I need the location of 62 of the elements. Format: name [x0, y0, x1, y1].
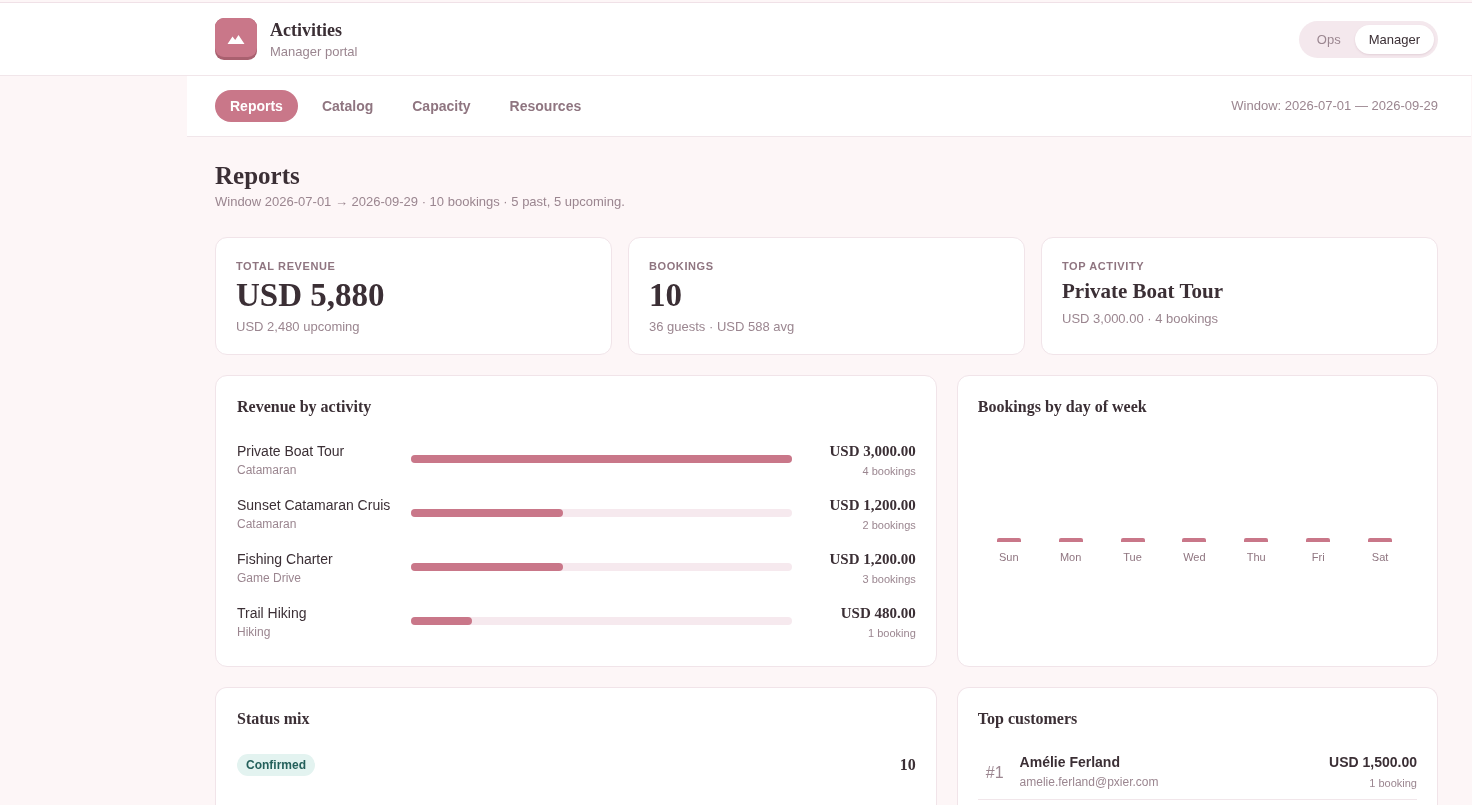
booking-count: 2 bookings — [862, 518, 916, 532]
activity-name: Fishing Charter — [237, 550, 333, 568]
top-activity-name: Private Boat Tour — [1062, 278, 1223, 305]
stat-label: BOOKINGS — [649, 259, 714, 273]
activity-category: Catamaran — [237, 516, 297, 532]
activity-category: Catamaran — [237, 462, 297, 478]
stat-note: USD 3,000.00 · 4 bookings — [1062, 311, 1219, 327]
customer-rank: #1 — [985, 762, 1004, 783]
nav-tab[interactable]: Catalog — [306, 90, 389, 122]
bar-stub-icon — [1120, 538, 1145, 542]
customer-booking-count: 1 booking — [1369, 775, 1417, 790]
card-title: Revenue by activity — [237, 397, 372, 417]
status-count: 10 — [899, 755, 916, 775]
bar-stub-icon — [1306, 538, 1331, 542]
day-label: Mon — [1059, 550, 1082, 564]
day-label: Tue — [1123, 550, 1142, 564]
activity-name: Trail Hiking — [237, 604, 307, 622]
revenue-amount: USD 3,000.00 — [829, 442, 916, 460]
activity-name: Sunset Catamaran Cruis — [237, 496, 391, 514]
day-label: Thu — [1246, 550, 1266, 564]
bar-stub-icon — [1058, 538, 1083, 542]
status-badge: Confirmed — [237, 754, 315, 776]
bar-stub-icon — [1368, 538, 1393, 542]
stat-label: TOP ACTIVITY — [1062, 259, 1145, 273]
stat-label: TOTAL REVENUE — [236, 259, 336, 273]
activity-name: Private Boat Tour — [237, 442, 345, 460]
page-subtitle: Window 2026-07-01 → 2026-09-29 · 10 bookings · 5 past, 5 upcoming. — [215, 194, 625, 210]
booking-count: 4 bookings — [862, 464, 916, 478]
bar-stub-icon — [1182, 538, 1207, 542]
stat-note: 36 guests · USD 588 avg — [649, 319, 795, 335]
mountain-logo-icon — [215, 18, 257, 60]
day-label: Fri — [1311, 550, 1325, 564]
bar-stub-icon — [996, 538, 1021, 542]
date-window-label: Window: 2026-07-01 — 2026-09-29 — [1231, 98, 1438, 114]
nav-tab[interactable]: Reports — [215, 90, 298, 122]
nav-tab[interactable]: Capacity — [397, 90, 486, 122]
revenue-amount: USD 1,200.00 — [829, 550, 916, 568]
card-title: Top customers — [977, 709, 1078, 729]
revenue-amount: USD 1,200.00 — [829, 496, 916, 514]
stat-value: 10 — [649, 277, 682, 313]
customer-revenue: USD 1,500.00 — [1329, 753, 1417, 771]
activity-category: Game Drive — [237, 570, 301, 586]
customer-email: amelie.ferland@pxier.com — [1019, 774, 1159, 790]
stat-note: USD 2,480 upcoming — [236, 319, 360, 335]
booking-count: 3 bookings — [862, 572, 916, 586]
app-subtitle: Manager portal — [270, 43, 358, 60]
role-option[interactable]: Ops — [1302, 24, 1355, 54]
revenue-amount: USD 480.00 — [840, 604, 916, 622]
role-option[interactable]: Manager — [1354, 24, 1434, 54]
app-title: Activities — [270, 18, 342, 41]
day-label: Sat — [1371, 550, 1389, 564]
nav-tab[interactable]: Resources — [494, 90, 597, 122]
bar-stub-icon — [1244, 538, 1269, 542]
page-title: Reports — [215, 161, 300, 190]
stat-value: USD 5,880 — [236, 277, 385, 313]
booking-count: 1 booking — [868, 626, 916, 640]
card-title: Bookings by day of week — [977, 397, 1147, 417]
day-label: Sun — [998, 550, 1019, 564]
customer-name: Amélie Ferland — [1019, 753, 1120, 771]
card-title: Status mix — [237, 709, 310, 729]
activity-category: Hiking — [237, 624, 271, 640]
day-label: Wed — [1183, 550, 1206, 564]
